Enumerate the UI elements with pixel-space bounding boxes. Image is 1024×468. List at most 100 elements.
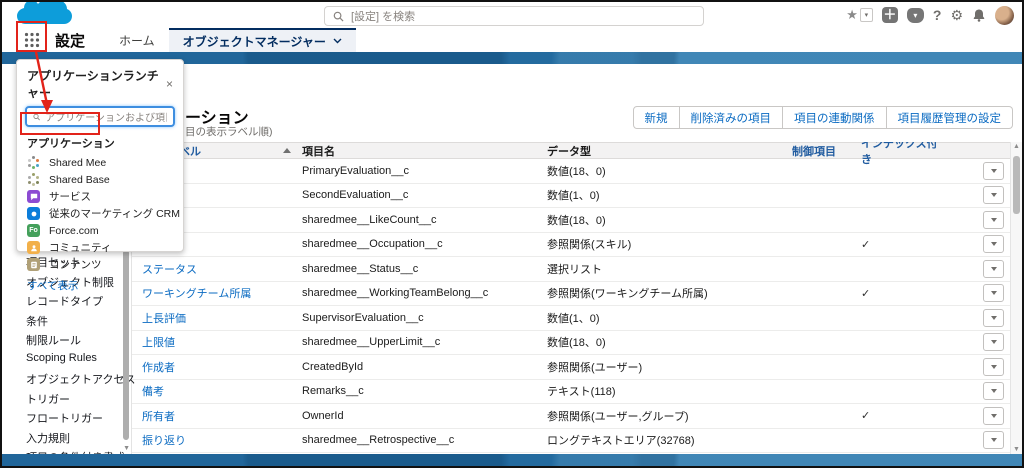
cell-field-api-name: Remarks__c — [297, 385, 547, 397]
content-doc-icon — [27, 258, 40, 271]
global-search-input[interactable]: [設定] を検索 — [324, 6, 704, 26]
scroll-down-icon[interactable]: ▼ — [1013, 446, 1020, 453]
table-row: sharedmee__LikeCount__c数値(18、0) — [132, 208, 1010, 233]
favorites-button[interactable]: ★ ▾ — [846, 7, 873, 23]
fields-panel: ーション 目の表示ラベル順) クイック検索 新規 削除済みの項目 項目の連動関係… — [132, 64, 1022, 454]
cell-field-label: 振り返り — [132, 432, 297, 448]
cell-data-type: ロングテキストエリア(32768) — [547, 432, 792, 448]
tab-object-manager[interactable]: オブジェクトマネージャー — [169, 28, 356, 52]
row-actions-dropdown-button[interactable] — [983, 333, 1004, 351]
community-person-icon — [27, 241, 40, 254]
deleted-fields-button[interactable]: 削除済みの項目 — [680, 106, 784, 129]
cell-field-label: 上限値 — [132, 334, 297, 350]
chevron-down-icon[interactable] — [333, 38, 342, 44]
user-avatar[interactable] — [995, 6, 1014, 25]
row-actions-dropdown-button[interactable] — [983, 407, 1004, 425]
dropdown-arrow-icon — [991, 365, 997, 369]
page-subtitle: 目の表示ラベル順) — [185, 124, 273, 139]
scroll-up-icon[interactable]: ▲ — [1013, 143, 1020, 150]
field-label-link[interactable]: 上長評価 — [142, 313, 186, 325]
help-button[interactable]: ? — [933, 7, 942, 23]
column-header-data-type[interactable]: データ型 — [547, 143, 792, 159]
cell-field-api-name: sharedmee__Retrospective__c — [297, 434, 547, 446]
cell-field-label: 所有者 — [132, 408, 297, 424]
table-row: 備考Remarks__cテキスト(118) — [132, 380, 1010, 405]
global-header: [設定] を検索 ★ ▾ ＋ ▾ ? ⚙ — [2, 2, 1022, 28]
cell-data-type: 参照関係(ユーザー) — [547, 359, 792, 375]
dropdown-arrow-icon — [991, 242, 997, 246]
cell-field-label: 作成者 — [132, 359, 297, 375]
star-icon: ★ — [846, 7, 858, 23]
dropdown-arrow-icon — [991, 389, 997, 393]
notifications-button[interactable] — [972, 8, 986, 22]
cell-data-type: 数値(18、0) — [547, 212, 792, 228]
table-row: 上限値sharedmee__UpperLimit__c数値(18、0) — [132, 331, 1010, 356]
sidebar-item[interactable]: 項目の条件付き書式 — [2, 445, 131, 454]
field-label-link[interactable]: 振り返り — [142, 435, 186, 447]
row-actions-dropdown-button[interactable] — [983, 186, 1004, 204]
app-launcher-item[interactable]: サービス — [17, 188, 183, 205]
table-scrollbar[interactable]: ▲ ▼ — [1010, 142, 1022, 454]
tab-home[interactable]: ホーム — [105, 28, 169, 52]
indexed-check-icon: ✓ — [861, 288, 870, 300]
row-actions-dropdown-button[interactable] — [983, 431, 1004, 449]
sidebar-item[interactable]: 制限ルール — [2, 328, 131, 348]
cell-field-api-name: sharedmee__Status__c — [297, 263, 547, 275]
row-actions-dropdown-button[interactable] — [983, 284, 1004, 302]
field-label-link[interactable]: 上限値 — [142, 337, 175, 349]
row-actions-dropdown-button[interactable] — [983, 235, 1004, 253]
setup-gear-button[interactable]: ⚙ — [950, 7, 963, 24]
sidebar-item[interactable]: 条件 — [2, 309, 131, 329]
field-label-link[interactable]: 所有者 — [142, 411, 175, 423]
row-actions-dropdown-button[interactable] — [983, 162, 1004, 180]
table-row: 振り返り sharedmee__Retrospective__cロングテキストエリ… — [132, 429, 1010, 454]
close-icon[interactable]: × — [166, 77, 173, 91]
app-launcher-item[interactable]: コンテンツ — [17, 256, 183, 273]
screenshot-frame: [設定] を検索 ★ ▾ ＋ ▾ ? ⚙ — [0, 0, 1024, 468]
app-launcher-item-label: Shared Mee — [49, 157, 106, 169]
table-row: 所有者OwnerId参照関係(ユーザー,グループ)✓ — [132, 404, 1010, 429]
indexed-check-icon: ✓ — [861, 239, 870, 251]
sidebar-item[interactable]: 入力規則 — [2, 426, 131, 446]
row-actions-dropdown-button[interactable] — [983, 260, 1004, 278]
favorites-caret-icon[interactable]: ▾ — [860, 8, 873, 22]
sidebar-scroll-down-icon[interactable]: ▼ — [123, 445, 130, 452]
column-header-field-name[interactable]: 項目名 — [297, 143, 547, 159]
cell-data-type: 参照関係(ユーザー,グループ) — [547, 408, 792, 424]
column-header-controlling-field[interactable]: 制御項目 — [792, 143, 847, 159]
sidebar-item[interactable]: フロートリガー — [2, 406, 131, 426]
app-launcher-item[interactable]: Shared Mee — [17, 154, 183, 171]
field-dependencies-button[interactable]: 項目の連動関係 — [783, 106, 887, 129]
row-actions-dropdown-button[interactable] — [983, 358, 1004, 376]
force-fo-icon: Fo — [27, 224, 40, 237]
table-row: 上長評価SupervisorEvaluation__c数値(1、0) — [132, 306, 1010, 331]
field-label-link[interactable]: 備考 — [142, 386, 164, 398]
cell-field-api-name: sharedmee__LikeCount__c — [297, 214, 547, 226]
new-button[interactable]: 新規 — [633, 106, 680, 129]
sidebar-item[interactable]: Scoping Rules — [2, 348, 131, 368]
bell-icon — [972, 8, 986, 22]
cell-indexed: ✓ — [847, 287, 942, 300]
app-launcher-item[interactable]: コミュニティ — [17, 239, 183, 256]
app-launcher-item[interactable]: Shared Base — [17, 171, 183, 188]
annotation-box-shared-mee — [20, 112, 100, 135]
view-all-link[interactable]: すべて表示 — [17, 273, 183, 298]
history-tracking-button[interactable]: 項目履歴管理の設定 — [887, 106, 1014, 129]
sidebar-item[interactable]: オブジェクトアクセス — [2, 367, 131, 387]
cell-data-type: 参照関係(ワーキングチーム所属) — [547, 285, 792, 301]
guidance-center-button[interactable]: ▾ — [907, 8, 924, 23]
row-actions-dropdown-button[interactable] — [983, 382, 1004, 400]
scrollbar-thumb[interactable] — [1013, 156, 1020, 214]
quick-create-button[interactable]: ＋ — [882, 7, 898, 23]
app-launcher-item-label: サービス — [49, 189, 91, 204]
field-label-link[interactable]: 作成者 — [142, 362, 175, 374]
row-actions-dropdown-button[interactable] — [983, 309, 1004, 327]
cell-indexed: ✓ — [847, 238, 942, 251]
row-actions-dropdown-button[interactable] — [983, 211, 1004, 229]
app-launcher-item[interactable]: 従来のマーケティング CRM — [17, 205, 183, 222]
app-launcher-item[interactable]: FoForce.com — [17, 222, 183, 239]
table-row: ステータスsharedmee__Status__c選択リスト — [132, 257, 1010, 282]
sidebar-item[interactable]: トリガー — [2, 387, 131, 407]
column-header-indexed[interactable]: インデックス付き — [847, 142, 942, 167]
cell-field-api-name: SecondEvaluation__c — [297, 189, 547, 201]
